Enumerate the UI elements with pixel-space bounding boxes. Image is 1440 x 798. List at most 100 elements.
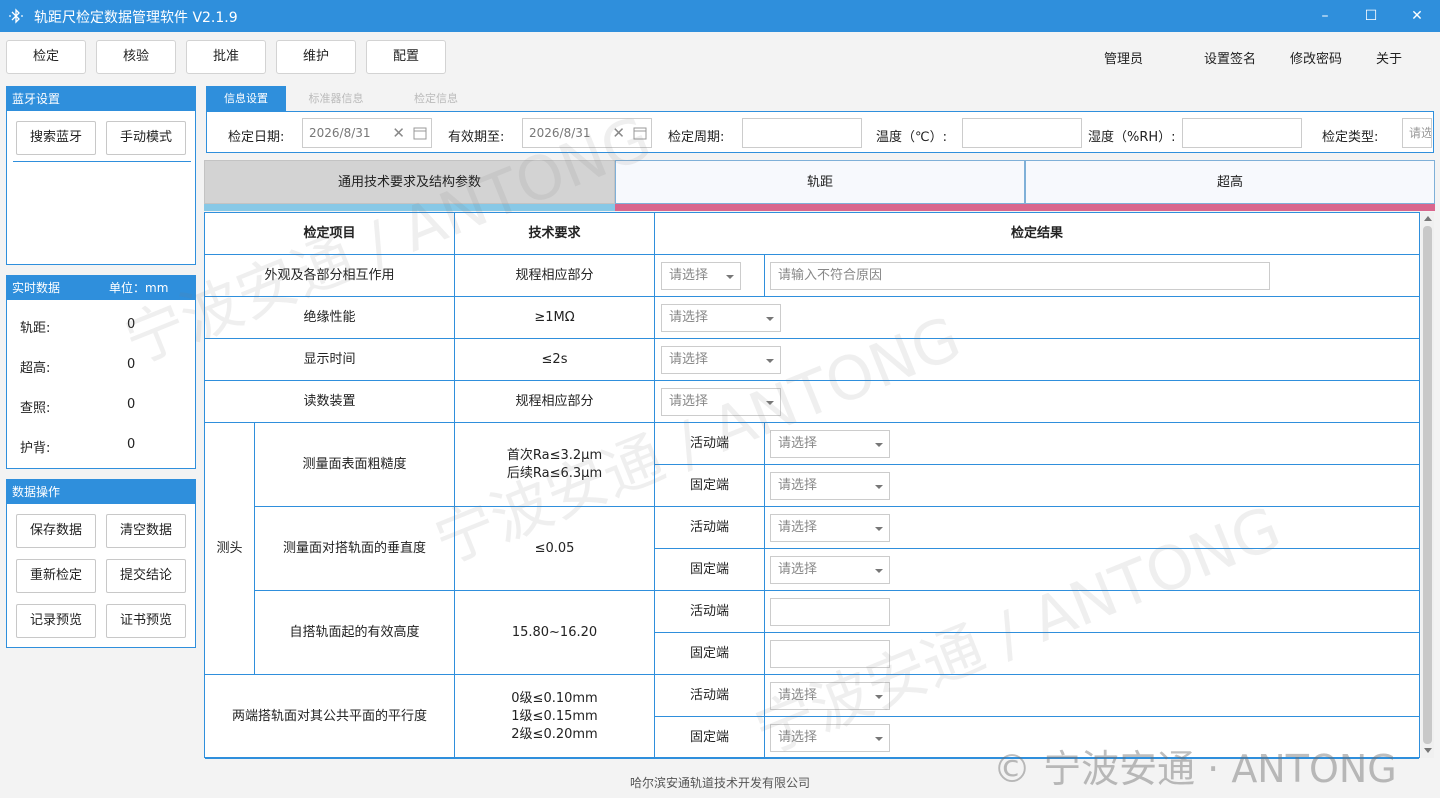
result-select[interactable]: 请选择 xyxy=(661,388,781,416)
chevron-down-icon xyxy=(875,527,883,531)
minimize-button[interactable]: – xyxy=(1302,0,1348,32)
result-select[interactable]: 请选择 xyxy=(770,724,890,752)
tab-standard-info[interactable]: 标准器信息 xyxy=(292,86,380,111)
reverify-button[interactable]: 重新检定 xyxy=(16,559,96,593)
realtime-panel-title: 实时数据 单位：mm xyxy=(7,276,195,300)
save-data-button[interactable]: 保存数据 xyxy=(16,514,96,548)
temperature-input[interactable] xyxy=(962,118,1082,148)
data-ops-panel: 数据操作 保存数据 清空数据 重新检定 提交结论 记录预览 证书预览 xyxy=(6,479,196,648)
table-row-item: 外观及各部分相互作用 xyxy=(205,255,455,297)
verify-date-picker[interactable]: 2026/8/31 ✕ xyxy=(302,118,432,148)
guard-back-value: 0 xyxy=(127,437,136,452)
group-label: 测头 xyxy=(205,423,255,675)
search-bluetooth-button[interactable]: 搜索蓝牙 xyxy=(16,121,96,155)
humidity-input[interactable] xyxy=(1182,118,1302,148)
result-select[interactable]: 请选择 xyxy=(770,556,890,584)
result-select[interactable]: 请选择 xyxy=(661,346,781,374)
active-end-label: 活动端 xyxy=(655,507,765,549)
manual-mode-button[interactable]: 手动模式 xyxy=(106,121,186,155)
calendar-icon[interactable] xyxy=(633,126,647,140)
fixed-end-label: 固定端 xyxy=(655,549,765,591)
tab-superelevation[interactable]: 超高 xyxy=(1025,160,1435,204)
change-password-link[interactable]: 修改密码 xyxy=(1290,48,1342,67)
valid-until-picker[interactable]: 2026/8/31 ✕ xyxy=(522,118,652,148)
bluetooth-panel: 蓝牙设置 搜索蓝牙 手动模式 xyxy=(6,86,196,265)
result-select[interactable]: 请选择 xyxy=(661,262,741,290)
verify-type-select[interactable]: 请选择 xyxy=(1402,118,1432,148)
result-select[interactable]: 请选择 xyxy=(770,430,890,458)
chevron-down-icon xyxy=(875,443,883,447)
clear-icon[interactable]: ✕ xyxy=(612,119,625,147)
gauge-value: 0 xyxy=(127,317,136,332)
title-bar: 轨距尺检定数据管理软件 V2.1.9 – ☐ ✕ xyxy=(0,0,1440,32)
valid-until-label: 有效期至: xyxy=(448,130,505,145)
chevron-down-icon xyxy=(875,485,883,489)
scroll-up-icon[interactable] xyxy=(1424,216,1432,221)
superelevation-value: 0 xyxy=(127,357,136,372)
admin-link[interactable]: 管理员 xyxy=(1104,48,1143,67)
verify-button[interactable]: 检定 xyxy=(6,40,86,74)
verify-date-label: 检定日期: xyxy=(228,130,285,145)
calendar-icon[interactable] xyxy=(413,126,427,140)
table-row-item: 自搭轨面起的有效高度 xyxy=(255,591,455,675)
period-label: 检定周期: xyxy=(668,130,725,145)
realtime-panel: 实时数据 单位：mm 轨距: 0 超高: 0 查照: 0 护背: 0 xyxy=(6,275,196,469)
record-preview-button[interactable]: 记录预览 xyxy=(16,604,96,638)
header-item: 检定项目 xyxy=(205,213,455,255)
table-row-item: 测量面对搭轨面的垂直度 xyxy=(255,507,455,591)
check-button[interactable]: 核验 xyxy=(96,40,176,74)
config-button[interactable]: 配置 xyxy=(366,40,446,74)
result-select[interactable]: 请选择 xyxy=(770,472,890,500)
window-title: 轨距尺检定数据管理软件 V2.1.9 xyxy=(34,10,238,26)
about-link[interactable]: 关于 xyxy=(1376,48,1402,67)
maximize-button[interactable]: ☐ xyxy=(1348,0,1394,32)
check-gauge-value: 0 xyxy=(127,397,136,412)
certificate-preview-button[interactable]: 证书预览 xyxy=(106,604,186,638)
result-select[interactable]: 请选择 xyxy=(661,304,781,332)
result-select[interactable]: 请选择 xyxy=(770,682,890,710)
table-row-requirement: 0级≤0.10mm 1级≤0.15mm 2级≤0.20mm xyxy=(455,675,655,759)
gauge-label: 轨距: xyxy=(20,321,51,336)
maintain-button[interactable]: 维护 xyxy=(276,40,356,74)
close-button[interactable]: ✕ xyxy=(1394,0,1440,32)
chevron-down-icon xyxy=(875,737,883,741)
humidity-label: 湿度（%RH）: xyxy=(1088,130,1176,145)
verify-date-value: 2026/8/31 xyxy=(309,126,371,140)
approve-button[interactable]: 批准 xyxy=(186,40,266,74)
divider xyxy=(13,161,191,162)
period-input[interactable] xyxy=(742,118,862,148)
reason-input[interactable]: 请输入不符合原因 xyxy=(770,262,1270,290)
submit-conclusion-button[interactable]: 提交结论 xyxy=(106,559,186,593)
table-row-item: 显示时间 xyxy=(205,339,455,381)
table-row-item: 测量面表面粗糙度 xyxy=(255,423,455,507)
guard-back-label: 护背: xyxy=(20,441,51,456)
clear-icon[interactable]: ✕ xyxy=(392,119,405,147)
chevron-down-icon xyxy=(766,317,774,321)
fixed-end-label: 固定端 xyxy=(655,717,765,759)
tab-general-requirements[interactable]: 通用技术要求及结构参数 xyxy=(204,160,615,204)
tab-gauge[interactable]: 轨距 xyxy=(615,160,1025,204)
fixed-end-input[interactable] xyxy=(770,640,890,668)
scrollbar-thumb[interactable] xyxy=(1423,226,1432,744)
header-result: 检定结果 xyxy=(655,213,1419,255)
tab-info-settings[interactable]: 信息设置 xyxy=(206,86,286,111)
vertical-scrollbar[interactable] xyxy=(1421,212,1434,758)
tab-verify-info[interactable]: 检定信息 xyxy=(394,86,478,111)
footer-company: 哈尔滨安通轨道技术开发有限公司 xyxy=(629,776,810,790)
table-row-item: 两端搭轨面对其公共平面的平行度 xyxy=(205,675,455,759)
chevron-down-icon xyxy=(726,275,734,279)
superelevation-label: 超高: xyxy=(20,361,51,376)
set-signature-link[interactable]: 设置签名 xyxy=(1204,48,1256,67)
clear-data-button[interactable]: 清空数据 xyxy=(106,514,186,548)
chevron-down-icon xyxy=(875,569,883,573)
verify-type-label: 检定类型: xyxy=(1322,130,1379,145)
result-select[interactable]: 请选择 xyxy=(770,514,890,542)
active-end-input[interactable] xyxy=(770,598,890,626)
realtime-title: 实时数据 xyxy=(12,281,61,295)
section-indicator-bar xyxy=(615,204,1435,211)
temperature-label: 温度（℃）: xyxy=(876,130,947,145)
table-row-requirement: 规程相应部分 xyxy=(455,381,655,423)
check-gauge-label: 查照: xyxy=(20,401,51,416)
valid-until-value: 2026/8/31 xyxy=(529,126,591,140)
scroll-down-icon[interactable] xyxy=(1424,748,1432,753)
